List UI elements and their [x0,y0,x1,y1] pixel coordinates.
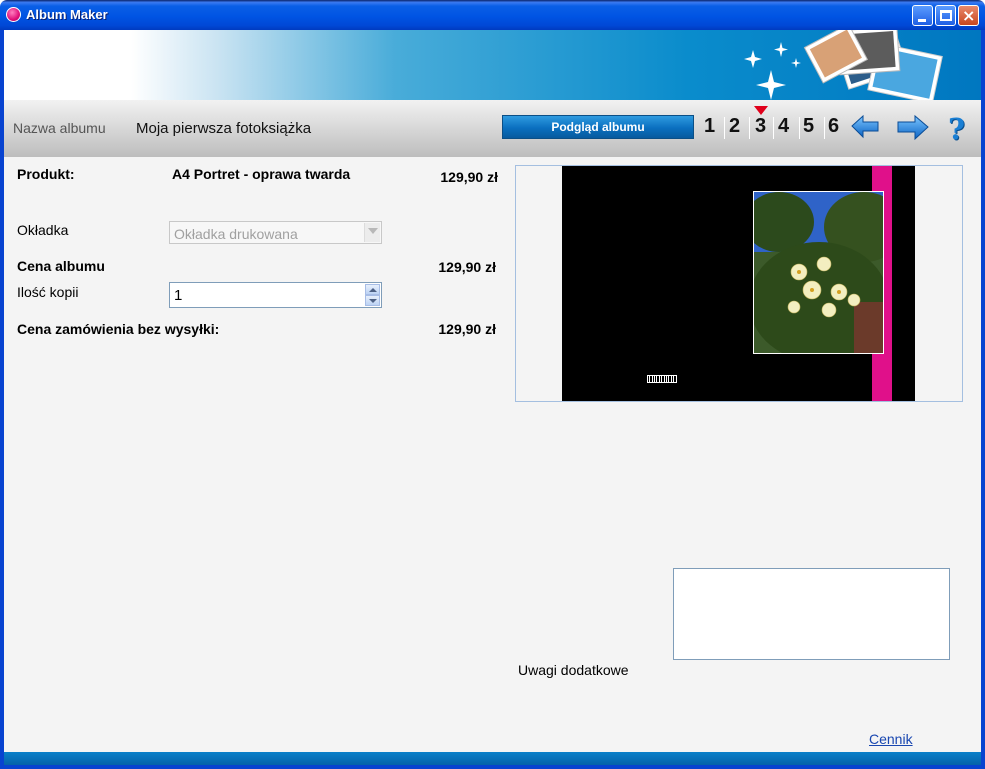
copies-spin-buttons [365,284,380,306]
album-cover [562,166,915,401]
additional-notes-label: Uwagi dodatkowe [518,662,629,678]
cover-photo [753,191,884,354]
page-button-3[interactable]: 3 [755,115,766,138]
photo-stack-logo [744,30,943,100]
barcode-image [647,375,677,383]
toolbar: Nazwa albumu Moja pierwsza fotoksiążka P… [4,100,981,157]
increment-icon[interactable] [365,284,380,295]
active-page-marker-icon [754,106,768,115]
window-title: Album Maker [26,7,108,22]
help-icon[interactable]: ? [948,112,965,146]
close-button[interactable]: × [958,5,979,26]
app-icon [6,7,21,22]
copies-value[interactable]: 1 [174,287,182,304]
header-banner [4,30,981,100]
page-button-5[interactable]: 5 [803,115,814,138]
price-list-link[interactable]: Cennik [869,731,913,747]
page-divider [724,117,725,139]
product-value: A4 Portret - oprawa twarda [172,166,351,182]
album-name-value[interactable]: Moja pierwsza fotoksiążka [136,120,311,137]
page-divider [824,117,825,139]
album-preview [515,165,963,402]
maximize-icon [940,10,952,21]
minimize-button[interactable] [912,5,933,26]
additional-notes-field[interactable] [673,568,950,660]
page-button-6[interactable]: 6 [828,115,839,138]
previous-arrow-icon[interactable] [850,113,880,141]
order-price: 129,90 zł [438,321,496,337]
chevron-down-icon [368,228,378,234]
album-name-label: Nazwa albumu [13,120,106,136]
next-arrow-icon[interactable] [896,113,930,143]
page-button-2[interactable]: 2 [729,115,740,138]
album-preview-button[interactable]: Podgląd albumu [502,115,694,139]
cover-select[interactable]: Okładka drukowana [169,221,382,244]
cover-select-dropdown[interactable] [364,223,380,242]
page-button-4[interactable]: 4 [778,115,789,138]
minimize-icon [918,19,926,22]
window-frame-right [981,30,985,769]
page-button-1[interactable]: 1 [704,115,715,138]
cover-label: Okładka [17,222,69,238]
album-price: 129,90 zł [438,259,496,275]
title-bar[interactable]: Album Maker × [0,0,985,30]
window-frame-bottom [0,765,985,769]
copies-stepper[interactable]: 1 [169,282,382,308]
cover-select-value: Okładka drukowana [174,226,298,242]
decrement-icon[interactable] [365,295,380,306]
maximize-button[interactable] [935,5,956,26]
order-price-label: Cena zamówienia bez wysyłki: [17,321,220,337]
main-content: Produkt: A4 Portret - oprawa twarda 129,… [4,157,981,752]
page-divider [773,117,774,139]
flower-photo-image [754,192,883,353]
album-price-label: Cena albumu [17,258,105,274]
close-icon: × [962,6,976,25]
product-label: Produkt: [17,166,75,182]
page-divider [749,117,750,139]
bottom-bar [4,752,981,765]
page-divider [799,117,800,139]
copies-label: Ilość kopii [17,284,79,300]
product-price: 129,90 zł [440,169,498,185]
